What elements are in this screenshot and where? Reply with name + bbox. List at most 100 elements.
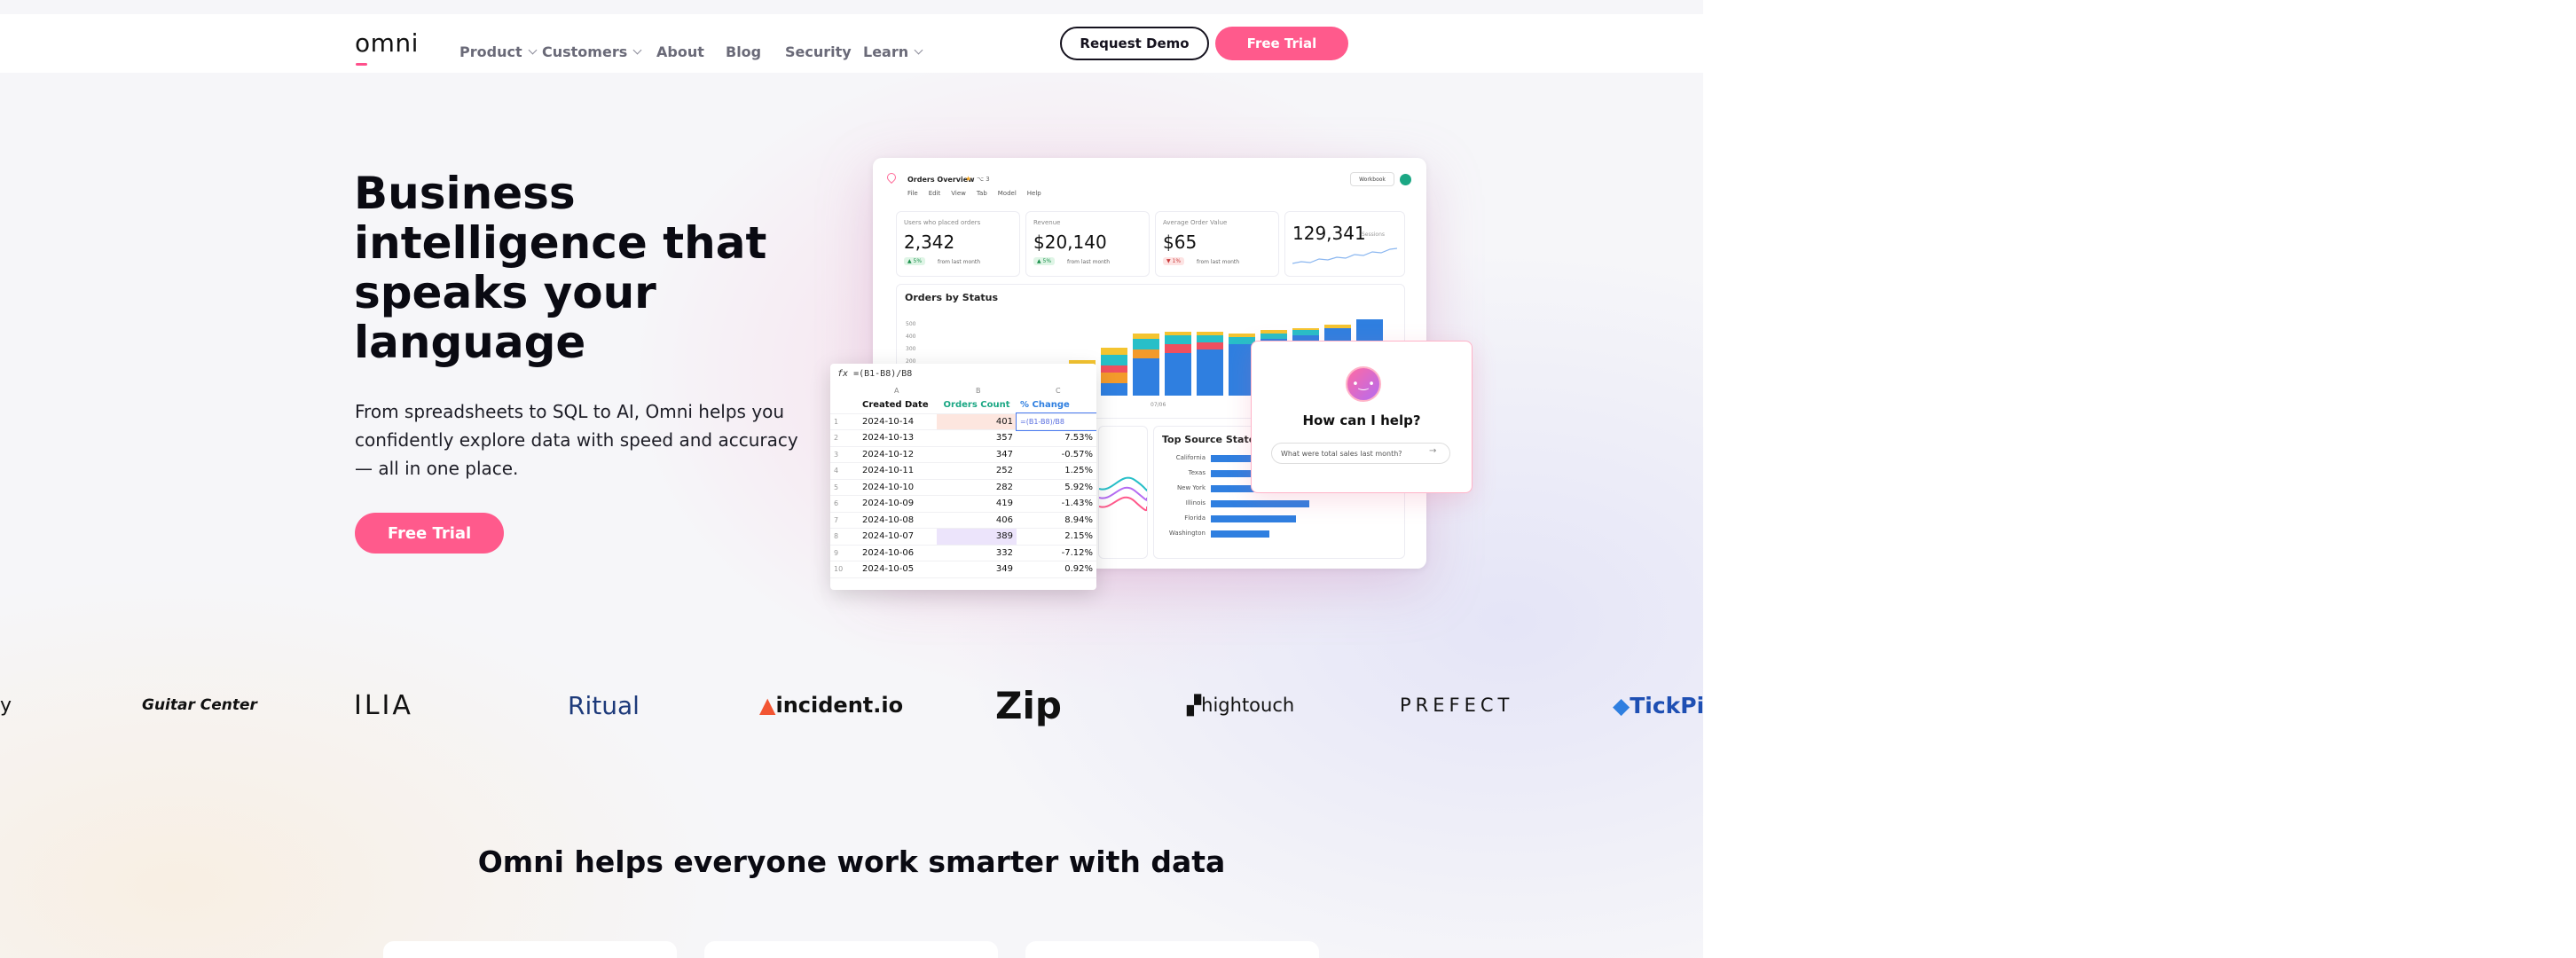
header-pct-change: % Change [1017, 397, 1096, 414]
hightouch-mark-icon: ▞ [1187, 695, 1202, 716]
logo-guitar-center: Guitar Center [142, 696, 257, 714]
ai-avatar-icon: •‿• [1346, 366, 1381, 402]
bar-segment [1165, 332, 1191, 335]
kpi-value: 129,341 [1292, 223, 1366, 244]
kpi-note: from last month [938, 259, 981, 265]
kpi-value: $65 [1163, 232, 1198, 253]
orders-by-status-title: Orders by Status [905, 292, 999, 303]
state-label: Illinois [1185, 499, 1206, 506]
nav-security[interactable]: Security [785, 43, 852, 60]
feature-card[interactable] [704, 941, 998, 958]
table-row: 3 2024-10-12 347 -0.57% [830, 446, 1096, 463]
kpi-delta: ▲ 5% [1033, 257, 1056, 265]
table-row: 8 2024-10-07 389 2.15% [830, 528, 1096, 546]
nav-learn[interactable]: Learn [863, 43, 923, 60]
column-a: A [894, 387, 899, 395]
sessions-sparkline [1292, 247, 1397, 264]
logo-partial: y [0, 694, 12, 717]
send-arrow-icon[interactable]: → [1429, 446, 1436, 456]
bar-segment [1197, 335, 1223, 342]
bar-segment [1197, 332, 1223, 335]
menu-tab: Tab [976, 190, 987, 197]
logo-zip: Zip [995, 683, 1062, 727]
nav-product[interactable]: Product [459, 43, 538, 60]
x-axis-label: 07/06 [1151, 402, 1166, 408]
table-row: 10 2024-10-05 349 0.92% [830, 561, 1096, 578]
tickpick-mark-icon: ◆ [1613, 692, 1630, 718]
free-trial-button[interactable]: Free Trial [1215, 27, 1348, 60]
state-label: Texas [1188, 469, 1206, 476]
logo-incident-io: ▲ incident.io [759, 693, 904, 718]
header-orders-count: Orders Count [937, 397, 1017, 414]
ai-title: How can I help? [1302, 412, 1421, 428]
logo-ilia: ILIA [354, 689, 413, 721]
bar-segment [1133, 349, 1159, 358]
bar-segment [1292, 330, 1319, 335]
state-label: Washington [1168, 530, 1206, 537]
kpi-card: 129,341 Sessions [1284, 211, 1405, 277]
bar-segment [1197, 349, 1223, 396]
top-nav: omni Product Customers About Blog Securi… [0, 14, 1703, 73]
bar-segment [1165, 344, 1191, 353]
pin-icon [884, 170, 899, 185]
state-row: Washington [1161, 529, 1392, 539]
table-row: 6 2024-10-09 419 -1.43% [830, 495, 1096, 513]
dashboard-badge: ⌥ 3 [977, 176, 990, 183]
kpi-value: 2,342 [904, 232, 955, 253]
logo-accent [356, 63, 367, 66]
spreadsheet-table: Created Date Orders Count % Change 1 2024… [830, 397, 1096, 578]
menu-file: File [907, 190, 918, 197]
table-row: 5 2024-10-10 282 5.92% [830, 479, 1096, 496]
nav-blog[interactable]: Blog [726, 43, 761, 60]
bar-segment [1133, 334, 1159, 339]
omni-logo[interactable]: omni [355, 28, 419, 58]
table-row: 4 2024-10-11 252 1.25% [830, 462, 1096, 480]
bar-segment [1165, 353, 1191, 396]
bar-segment [1165, 335, 1191, 344]
bar-segment [1261, 334, 1287, 339]
bar-segment [1101, 348, 1127, 355]
nav-blog-label: Blog [726, 43, 762, 60]
state-label: California [1175, 454, 1206, 461]
kpi-label: Average Order Value [1163, 219, 1228, 226]
kpi-delta: ▼ 1% [1163, 257, 1185, 265]
request-demo-button[interactable]: Request Demo [1060, 27, 1209, 60]
nav-customers[interactable]: Customers [542, 43, 642, 60]
y-axis-ticks: 500 400 300 200 [906, 321, 916, 365]
kpi-card: Users who placed orders 2,342 ▲ 5% from … [896, 211, 1020, 277]
nav-learn-label: Learn [863, 43, 909, 60]
bar-segment [1101, 373, 1127, 383]
state-label: Florida [1184, 514, 1206, 522]
menu-help: Help [1026, 190, 1041, 197]
kpi-value: $20,140 [1033, 232, 1107, 253]
section-title: Omni helps everyone work smarter with da… [477, 844, 1226, 879]
ai-prompt-input[interactable]: What were total sales last month? [1271, 443, 1450, 464]
kpi-delta: ▲ 5% [904, 257, 926, 265]
bar-segment [1324, 325, 1351, 328]
spreadsheet-overlay: fx =(B1-B8)/B8 A B C Created Date Orders… [830, 364, 1096, 590]
bar-segment [1133, 339, 1159, 349]
flame-icon: ▲ [759, 693, 776, 718]
kpi-note: from last month [1067, 259, 1111, 265]
feature-card[interactable] [383, 941, 677, 958]
chevron-down-icon [528, 45, 538, 55]
kpi-label: Users who placed orders [904, 219, 981, 226]
ai-assistant-popup: •‿• How can I help? What were total sale… [1251, 341, 1473, 493]
hero-free-trial-button[interactable]: Free Trial [355, 513, 504, 554]
state-row: Illinois [1161, 499, 1392, 509]
nav-about[interactable]: About [656, 43, 704, 60]
top-source-states-title: Top Source States [1162, 434, 1261, 445]
bar-segment [1101, 383, 1127, 396]
state-row: Florida [1161, 514, 1392, 524]
workbook-button: Workbook [1350, 172, 1394, 186]
state-bar [1211, 515, 1296, 522]
page: omni Product Customers About Blog Securi… [0, 0, 1703, 958]
chevron-down-icon [914, 45, 923, 55]
state-bar [1211, 500, 1310, 507]
table-row: 2 2024-10-13 357 7.53% [830, 429, 1096, 447]
bar-segment [1292, 328, 1319, 330]
feature-card[interactable] [1025, 941, 1319, 958]
table-row: 1 2024-10-14 401 =(B1-B8)/B8 [830, 412, 1096, 431]
column-c: C [1056, 387, 1061, 395]
chevron-down-icon [632, 45, 642, 55]
